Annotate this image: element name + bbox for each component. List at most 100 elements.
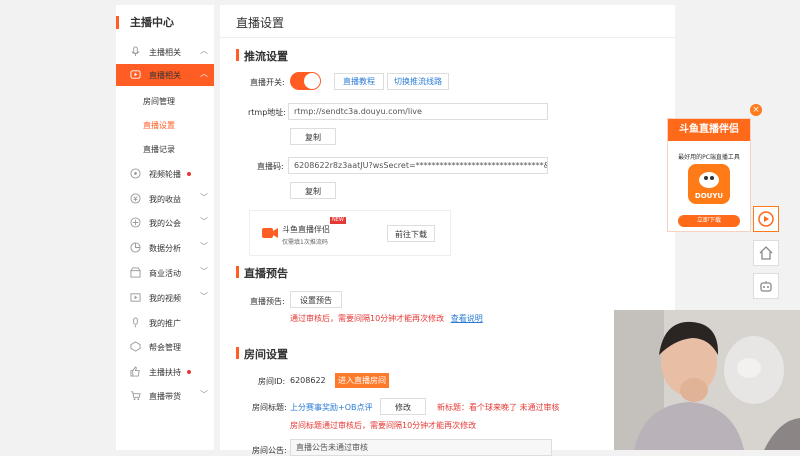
accent-bar bbox=[116, 16, 119, 29]
promo-subtitle: 最好用的PC端直播工具 bbox=[678, 154, 740, 161]
preview-label: 直播预告: bbox=[250, 297, 285, 306]
sidebar-item-business[interactable]: 商业活动 ﹀ bbox=[116, 262, 214, 284]
live-toggle[interactable] bbox=[290, 72, 321, 90]
sidebar-item-live[interactable]: 直播相关 ︿ bbox=[116, 64, 214, 86]
promo-title: 斗鱼直播伴侣 bbox=[668, 119, 750, 141]
room-id-label: 房间ID: bbox=[258, 377, 286, 386]
divider bbox=[220, 37, 675, 38]
coin-icon bbox=[130, 193, 141, 204]
sidebar-header: 主播中心 bbox=[116, 5, 214, 37]
chevron-down-icon: ﹀ bbox=[200, 193, 208, 202]
chevron-up-icon: ︿ bbox=[200, 69, 208, 78]
chart-pie-icon bbox=[130, 242, 141, 253]
thumb-up-icon bbox=[130, 366, 140, 377]
companion-download-button[interactable]: 前往下载 bbox=[387, 225, 435, 242]
robot-icon bbox=[760, 281, 772, 292]
sidebar-item-videos[interactable]: 我的视频 ﹀ bbox=[116, 287, 214, 309]
sidebar-item-guild[interactable]: 我的公会 ﹀ bbox=[116, 212, 214, 234]
rtmp-label: rtmp地址: bbox=[248, 108, 286, 117]
live-companion-button[interactable] bbox=[753, 206, 779, 232]
sidebar-item-promotion[interactable]: 我的推广 bbox=[116, 312, 214, 334]
room-notice-label: 房间公告: bbox=[252, 446, 287, 455]
video-icon bbox=[130, 293, 141, 302]
robot-button[interactable] bbox=[753, 273, 779, 299]
logo-text: DOUYU bbox=[694, 192, 724, 200]
accent-bar bbox=[236, 266, 239, 278]
toggle-knob bbox=[304, 73, 320, 89]
stream-code-field[interactable]: 6208622r8z3aatJU?wsSecret=**************… bbox=[288, 157, 548, 174]
sidebar-item-label: 数据分析 bbox=[149, 244, 181, 253]
cart-icon bbox=[130, 391, 141, 401]
sidebar-item-label: 主播扶持 bbox=[149, 368, 181, 377]
chevron-down-icon: ﹀ bbox=[200, 217, 208, 226]
sidebar-sub-live-settings[interactable]: 直播设置 bbox=[143, 120, 175, 131]
sidebar-item-carousel[interactable]: 视频轮播 bbox=[116, 163, 214, 185]
sidebar-item-label: 我的推广 bbox=[149, 319, 181, 328]
sidebar-item-anchor[interactable]: 主播相关 ︿ bbox=[116, 41, 214, 63]
accent-bar bbox=[236, 347, 239, 359]
copy-code-button[interactable]: 复制 bbox=[290, 182, 336, 199]
preview-warning-text: 通过审核后，需要间隔10分钟才能再次修改 bbox=[290, 314, 445, 323]
title-warning: 房间标题通过审核后，需要间隔10分钟才能再次修改 bbox=[290, 421, 477, 430]
sidebar-item-label: 直播带货 bbox=[149, 392, 181, 401]
sidebar-item-label: 商业活动 bbox=[149, 269, 181, 278]
home-icon bbox=[759, 246, 773, 260]
switch-line-button[interactable]: 切换推流线路 bbox=[387, 73, 449, 90]
accent-bar bbox=[236, 49, 239, 61]
tutorial-button[interactable]: 直播教程 bbox=[334, 73, 384, 90]
guild-icon bbox=[130, 217, 141, 228]
sidebar-item-label: 帮会管理 bbox=[149, 343, 181, 352]
rtmp-url-field[interactable]: rtmp://sendtc3a.douyu.com/live bbox=[288, 103, 548, 120]
promo-download-button[interactable]: 立即下载 bbox=[678, 215, 740, 227]
room-id-value: 6208622 bbox=[290, 376, 326, 385]
section-title: 推流设置 bbox=[244, 50, 288, 63]
set-preview-button[interactable]: 设置预告 bbox=[290, 291, 342, 308]
modify-title-button[interactable]: 修改 bbox=[380, 398, 426, 415]
tv-icon bbox=[130, 70, 141, 79]
notification-dot bbox=[187, 370, 191, 374]
sidebar-title: 主播中心 bbox=[130, 16, 174, 29]
sidebar-item-support[interactable]: 主播扶持 bbox=[116, 361, 214, 383]
chevron-down-icon: ﹀ bbox=[200, 242, 208, 251]
enter-room-button[interactable]: 进入直播房间 bbox=[335, 373, 389, 388]
sidebar-item-earnings[interactable]: 我的收益 ﹀ bbox=[116, 188, 214, 210]
section-push-settings: 推流设置 bbox=[236, 48, 288, 64]
sidebar-item-commerce[interactable]: 直播带货 ﹀ bbox=[116, 385, 214, 407]
douyu-logo-icon: DOUYU bbox=[688, 164, 730, 204]
microphone-icon bbox=[131, 46, 140, 57]
sidebar: 主播中心 主播相关 ︿ 直播相关 ︿ 房间管理 直播设置 直播记录 视频轮播 我… bbox=[116, 5, 214, 450]
sidebar-item-gang[interactable]: 帮会管理 bbox=[116, 336, 214, 358]
notification-dot bbox=[187, 172, 191, 176]
sidebar-item-label: 直播相关 bbox=[149, 71, 181, 80]
section-title: 房间设置 bbox=[244, 348, 288, 361]
companion-camera-icon bbox=[262, 228, 278, 238]
sidebar-item-analytics[interactable]: 数据分析 ﹀ bbox=[116, 237, 214, 259]
preview-warning: 通过审核后，需要间隔10分钟才能再次修改 查看说明 bbox=[290, 313, 483, 324]
room-notice-field[interactable]: 直播公告未通过审核 bbox=[290, 439, 552, 456]
companion-title: 斗鱼直播伴侣 bbox=[282, 225, 330, 234]
companion-subtitle: 仅需填1次推流码 bbox=[282, 239, 328, 246]
streamer-camera-feed bbox=[614, 310, 800, 450]
room-title-label: 房间标题: bbox=[252, 403, 287, 412]
promote-icon bbox=[133, 317, 138, 328]
webcam-overlay bbox=[614, 310, 800, 450]
copy-rtmp-button[interactable]: 复制 bbox=[290, 128, 336, 145]
promo-card[interactable]: 斗鱼直播伴侣 最好用的PC端直播工具 DOUYU 立即下载 bbox=[667, 118, 751, 232]
sidebar-sub-live-records[interactable]: 直播记录 bbox=[143, 144, 175, 155]
companion-card: 斗鱼直播伴侣 NEW 仅需填1次推流码 前往下载 bbox=[249, 210, 451, 256]
home-button[interactable] bbox=[753, 240, 779, 266]
play-circle-icon bbox=[758, 211, 774, 227]
new-badge: NEW bbox=[330, 217, 346, 224]
room-title-value: 上分赛事奖励+OB点评 bbox=[290, 403, 373, 412]
chevron-up-icon: ︿ bbox=[200, 46, 208, 55]
sidebar-item-label: 视频轮播 bbox=[149, 170, 181, 179]
view-instructions-link[interactable]: 查看说明 bbox=[451, 314, 483, 323]
new-title-status: 新标题：看个球来晚了 未通过审核 bbox=[437, 403, 560, 412]
chevron-down-icon: ﹀ bbox=[200, 390, 208, 399]
shop-icon bbox=[130, 267, 141, 278]
sidebar-sub-room-manage[interactable]: 房间管理 bbox=[143, 96, 175, 107]
close-promo-icon[interactable]: × bbox=[750, 104, 762, 116]
carousel-icon bbox=[130, 168, 141, 179]
gang-icon bbox=[130, 341, 141, 352]
page-title: 直播设置 bbox=[236, 16, 285, 30]
